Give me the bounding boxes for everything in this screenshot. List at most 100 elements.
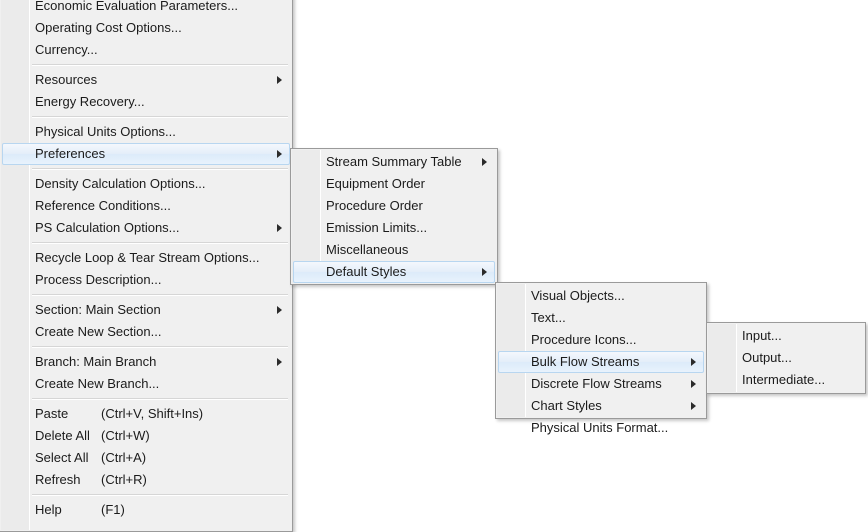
menu-item-currency[interactable]: Currency...: [2, 39, 290, 61]
menu-item-shortcut: (Ctrl+W): [101, 428, 150, 443]
menu-item-label: Equipment Order: [326, 176, 425, 191]
menu-item-label: Physical Units Options...: [35, 124, 176, 139]
menu-item-chart-styles[interactable]: Chart Styles: [498, 395, 704, 417]
menu-item-label: Delete All: [35, 428, 90, 443]
menu-item-output[interactable]: Output...: [709, 347, 863, 369]
menu-item-label: Economic Evaluation Parameters...: [35, 0, 239, 13]
menu-item-label: Currency...: [35, 42, 98, 57]
menu-item-label: Miscellaneous: [326, 242, 409, 257]
menu-item-bulk-flow-streams[interactable]: Bulk Flow Streams: [498, 351, 704, 373]
menu-item-label: Refresh: [35, 472, 81, 487]
preferences-submenu[interactable]: Stream Summary Table Equipment Order Proce…: [290, 148, 498, 285]
menu-item-stream-summary-table[interactable]: Stream Summary Table: [293, 151, 495, 173]
menu-item-label: Resources: [35, 72, 98, 87]
menu-item-input[interactable]: Input...: [709, 325, 863, 347]
menu-item-ps-calculation-options[interactable]: PS Calculation Options...: [2, 217, 290, 239]
menu-item-equipment-order[interactable]: Equipment Order: [293, 173, 495, 195]
menu-item-procedure-icons[interactable]: Procedure Icons...: [498, 329, 704, 351]
menu-item-discrete-flow-streams[interactable]: Discrete Flow Streams: [498, 373, 704, 395]
menu-item-section-main-section[interactable]: Section: Main Section: [2, 299, 290, 321]
submenu-arrow-icon: [277, 306, 282, 314]
menu-separator: [32, 398, 288, 400]
menu-item-label: Chart Styles: [531, 398, 602, 413]
menu-separator: [32, 168, 288, 170]
menu-item-operating-cost-options[interactable]: Operating Cost Options...: [2, 17, 290, 39]
menu-item-intermediate[interactable]: Intermediate...: [709, 369, 863, 391]
menu-separator: [32, 242, 288, 244]
menu-item-shortcut: (F1): [101, 502, 125, 517]
menu-item-label: Operating Cost Options...: [35, 20, 182, 35]
menu-item-shortcut: (Ctrl+V, Shift+Ins): [101, 406, 204, 421]
menu-item-label: Emission Limits...: [326, 220, 428, 235]
menu-item-label: Select All: [35, 450, 89, 465]
menu-item-density-calculation-options[interactable]: Density Calculation Options...: [2, 173, 290, 195]
menu-item-refresh[interactable]: Refresh (Ctrl+R): [2, 469, 290, 491]
submenu-arrow-icon: [277, 358, 282, 366]
menu-item-label: Input...: [742, 328, 782, 343]
menu-item-process-description[interactable]: Process Description...: [2, 269, 290, 291]
menu-item-recycle-loop-tear-stream-options[interactable]: Recycle Loop & Tear Stream Options...: [2, 247, 290, 269]
menu-item-shortcut: (Ctrl+R): [101, 472, 147, 487]
menu-item-physical-units-format[interactable]: Physical Units Format...: [498, 417, 704, 439]
menu-item-label: Recycle Loop & Tear Stream Options...: [35, 250, 260, 265]
menu-item-label: Procedure Icons...: [531, 332, 637, 347]
menu-item-default-styles[interactable]: Default Styles: [293, 261, 495, 283]
menu-item-preferences[interactable]: Preferences: [2, 143, 290, 165]
menu-item-create-new-section[interactable]: Create New Section...: [2, 321, 290, 343]
submenu-arrow-icon: [691, 380, 696, 388]
menu-separator: [32, 346, 288, 348]
menu-item-label: Visual Objects...: [531, 288, 625, 303]
menu-item-procedure-order[interactable]: Procedure Order: [293, 195, 495, 217]
menu-item-label: Physical Units Format...: [531, 420, 669, 435]
menu-separator: [32, 494, 288, 496]
menu-item-create-new-branch[interactable]: Create New Branch...: [2, 373, 290, 395]
edit-menu[interactable]: Economic Evaluation Parameters... Operati…: [0, 0, 293, 532]
submenu-arrow-icon: [691, 358, 696, 366]
menu-item-label: Text...: [531, 310, 566, 325]
edit-menu-items: Economic Evaluation Parameters... Operati…: [0, 0, 292, 521]
menu-item-label: PS Calculation Options...: [35, 220, 180, 235]
menu-item-visual-objects[interactable]: Visual Objects...: [498, 285, 704, 307]
menu-item-label: Density Calculation Options...: [35, 176, 206, 191]
menu-item-label: Procedure Order: [326, 198, 423, 213]
submenu-arrow-icon: [277, 224, 282, 232]
bulk-flow-streams-submenu-items: Input... Output... Intermediate...: [707, 325, 865, 391]
menu-item-label: Bulk Flow Streams: [531, 354, 640, 369]
submenu-arrow-icon: [277, 76, 282, 84]
menu-item-label: Discrete Flow Streams: [531, 376, 662, 391]
menu-item-energy-recovery[interactable]: Energy Recovery...: [2, 91, 290, 113]
menu-item-label: Default Styles: [326, 264, 407, 279]
menu-item-label: Stream Summary Table: [326, 154, 462, 169]
submenu-arrow-icon: [482, 158, 487, 166]
menu-item-select-all[interactable]: Select All (Ctrl+A): [2, 447, 290, 469]
menu-item-emission-limits[interactable]: Emission Limits...: [293, 217, 495, 239]
menu-item-economic-evaluation-parameters[interactable]: Economic Evaluation Parameters...: [2, 0, 290, 17]
menu-item-reference-conditions[interactable]: Reference Conditions...: [2, 195, 290, 217]
menu-item-shortcut: (Ctrl+A): [101, 450, 147, 465]
preferences-submenu-items: Stream Summary Table Equipment Order Proce…: [291, 151, 497, 283]
menu-item-label: Output...: [742, 350, 792, 365]
menu-separator: [32, 64, 288, 66]
menu-item-label: Create New Branch...: [35, 376, 160, 391]
menu-item-miscellaneous[interactable]: Miscellaneous: [293, 239, 495, 261]
menu-separator: [32, 116, 288, 118]
menu-item-help[interactable]: Help (F1): [2, 499, 290, 521]
submenu-arrow-icon: [277, 150, 282, 158]
submenu-arrow-icon: [482, 268, 487, 276]
default-styles-submenu[interactable]: Visual Objects... Text... Procedure Icons.…: [495, 282, 707, 435]
menu-item-text[interactable]: Text...: [498, 307, 704, 329]
menu-item-resources[interactable]: Resources: [2, 69, 290, 91]
menu-item-physical-units-options[interactable]: Physical Units Options...: [2, 121, 290, 143]
menu-item-label: Process Description...: [35, 272, 162, 287]
bulk-flow-streams-submenu[interactable]: Input... Output... Intermediate...: [706, 322, 866, 394]
menu-item-label: Paste: [35, 406, 69, 421]
menu-item-delete-all[interactable]: Delete All (Ctrl+W): [2, 425, 290, 447]
menu-item-branch-main-branch[interactable]: Branch: Main Branch: [2, 351, 290, 373]
menu-item-paste[interactable]: Paste (Ctrl+V, Shift+Ins): [2, 403, 290, 425]
menu-item-label: Section: Main Section: [35, 302, 161, 317]
default-styles-submenu-items: Visual Objects... Text... Procedure Icons.…: [496, 285, 706, 439]
menu-item-label: Preferences: [35, 146, 106, 161]
submenu-arrow-icon: [691, 402, 696, 410]
menu-item-label: Reference Conditions...: [35, 198, 171, 213]
menu-item-label: Energy Recovery...: [35, 94, 145, 109]
